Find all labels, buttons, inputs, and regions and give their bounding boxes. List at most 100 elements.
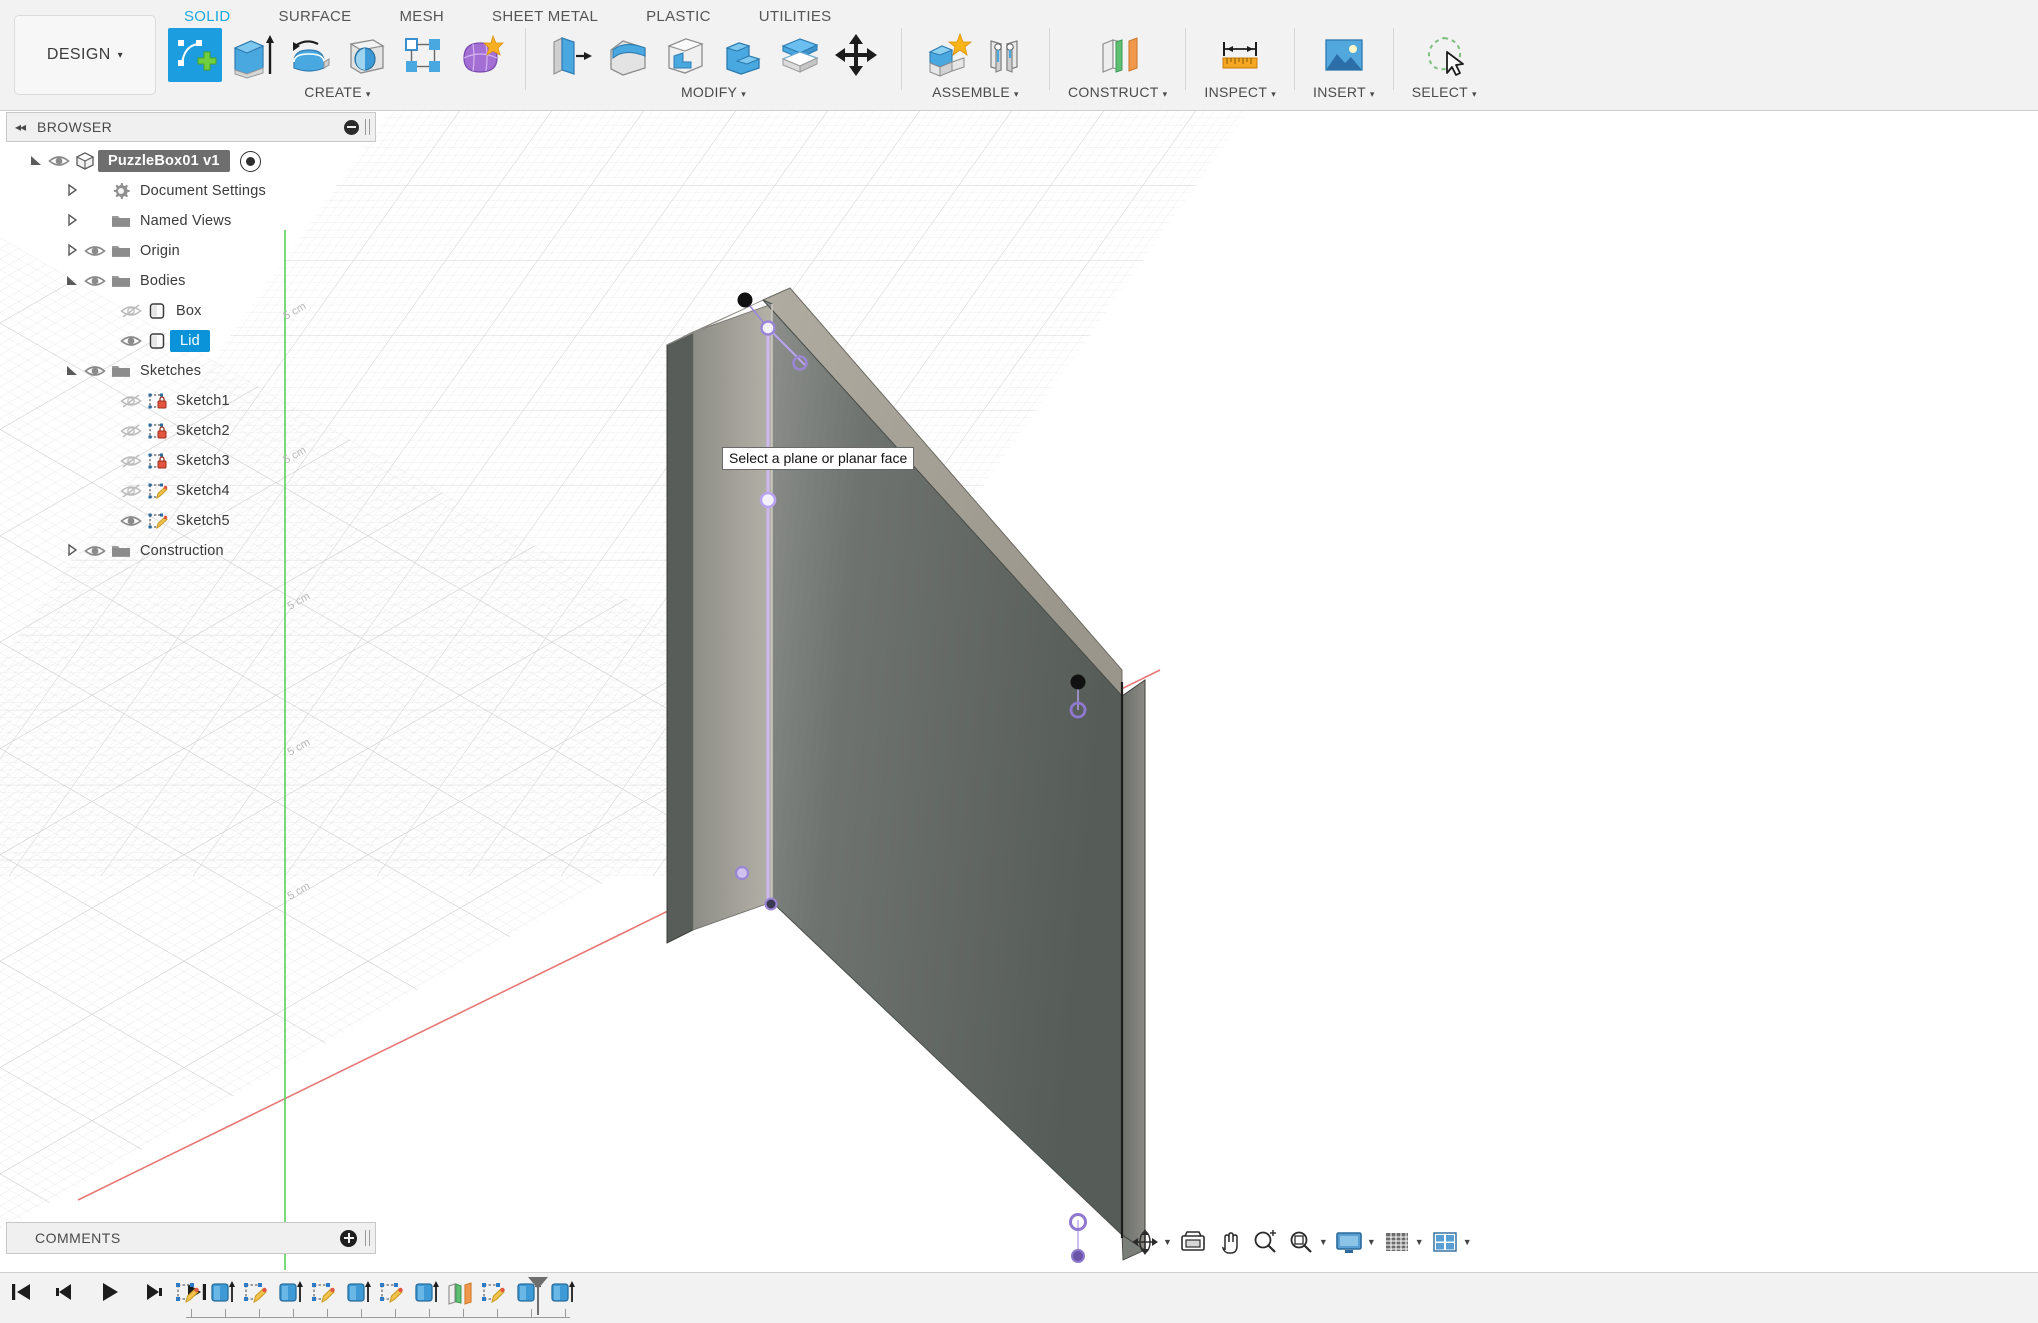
play-icon[interactable] bbox=[96, 1279, 122, 1310]
chevron-down-icon[interactable]: ▼ bbox=[1319, 1237, 1328, 1247]
joint-icon[interactable] bbox=[977, 28, 1031, 82]
minimize-icon[interactable] bbox=[344, 119, 359, 135]
pan-icon[interactable] bbox=[1212, 1223, 1246, 1261]
timeline-feature-10[interactable] bbox=[478, 1278, 508, 1308]
tree-item-sketch5[interactable]: Sketch5 bbox=[6, 506, 380, 536]
step-back-icon[interactable] bbox=[52, 1279, 78, 1310]
workspace-switcher-button[interactable]: DESIGN ▾ bbox=[14, 15, 156, 95]
eye-hidden-icon[interactable] bbox=[118, 450, 144, 472]
expand-collapse-icon[interactable] bbox=[62, 543, 82, 560]
chevron-down-icon[interactable]: ▼ bbox=[1415, 1237, 1424, 1247]
group-label-insert[interactable]: INSERT ▾ bbox=[1313, 85, 1375, 101]
shell-icon[interactable] bbox=[658, 28, 712, 82]
timeline-feature-8[interactable] bbox=[410, 1278, 440, 1308]
group-label-select[interactable]: SELECT ▾ bbox=[1412, 85, 1477, 101]
tree-item-lid[interactable]: Lid bbox=[6, 326, 374, 356]
panel-resize-grip[interactable] bbox=[365, 119, 370, 135]
timeline-features[interactable] bbox=[172, 1278, 576, 1308]
move-copy-icon[interactable] bbox=[829, 28, 883, 82]
eye-visible-icon[interactable] bbox=[82, 240, 108, 262]
eye-visible-icon[interactable] bbox=[82, 540, 108, 562]
tab-utilities[interactable]: UTILITIES bbox=[735, 8, 856, 25]
orbit-icon[interactable]: ▼ bbox=[1128, 1223, 1174, 1261]
timeline-feature-5[interactable] bbox=[308, 1278, 338, 1308]
eye-visible-icon[interactable] bbox=[82, 270, 108, 292]
group-label-create[interactable]: CREATE ▾ bbox=[304, 85, 370, 101]
form-icon[interactable] bbox=[453, 28, 507, 82]
tree-item-sketch3[interactable]: Sketch3 bbox=[6, 446, 380, 476]
timeline-feature-6[interactable] bbox=[342, 1278, 372, 1308]
timeline-feature-3[interactable] bbox=[240, 1278, 270, 1308]
expand-collapse-icon[interactable] bbox=[62, 273, 82, 290]
measure-icon[interactable] bbox=[1213, 28, 1267, 82]
go-to-beginning-icon[interactable] bbox=[8, 1279, 34, 1310]
timeline-feature-7[interactable] bbox=[376, 1278, 406, 1308]
tree-item-bodies[interactable]: Bodies bbox=[6, 266, 380, 296]
tree-item-sketches[interactable]: Sketches bbox=[6, 356, 380, 386]
eye-visible-icon[interactable] bbox=[82, 360, 108, 382]
chevron-down-icon[interactable]: ▼ bbox=[1367, 1237, 1376, 1247]
tree-item-named-views[interactable]: Named Views bbox=[6, 206, 380, 236]
chevron-down-icon[interactable]: ▼ bbox=[1163, 1237, 1172, 1247]
tree-item-origin[interactable]: Origin bbox=[6, 236, 380, 266]
insert-image-icon[interactable] bbox=[1317, 28, 1371, 82]
tab-mesh[interactable]: MESH bbox=[375, 8, 468, 25]
group-label-modify[interactable]: MODIFY ▾ bbox=[681, 85, 746, 101]
tree-item-sketch1[interactable]: Sketch1 bbox=[6, 386, 380, 416]
group-label-assemble[interactable]: ASSEMBLE ▾ bbox=[932, 85, 1019, 101]
eye-hidden-icon[interactable] bbox=[118, 390, 144, 412]
expand-collapse-icon[interactable] bbox=[62, 183, 82, 200]
sweep-icon[interactable] bbox=[339, 28, 393, 82]
revolve-icon[interactable] bbox=[282, 28, 336, 82]
display-settings-icon[interactable]: ▼ bbox=[1332, 1223, 1378, 1261]
timeline-bar[interactable] bbox=[0, 1272, 2038, 1323]
fillet-icon[interactable] bbox=[601, 28, 655, 82]
ribbon-tabs[interactable]: SOLID SURFACE MESH SHEET METAL PLASTIC U… bbox=[160, 4, 855, 28]
tree-item-box[interactable]: Box bbox=[6, 296, 380, 326]
fit-icon[interactable]: ▼ bbox=[1284, 1223, 1330, 1261]
eye-visible-icon[interactable] bbox=[118, 330, 144, 352]
timeline-feature-1[interactable] bbox=[172, 1278, 202, 1308]
tab-surface[interactable]: SURFACE bbox=[255, 8, 376, 25]
select-lasso-icon[interactable] bbox=[1417, 28, 1471, 82]
browser-tree[interactable]: PuzzleBox01 v1 Document Settings Named Vie… bbox=[6, 146, 380, 566]
expand-collapse-icon[interactable] bbox=[62, 363, 82, 380]
press-pull-icon[interactable] bbox=[544, 28, 598, 82]
tab-plastic[interactable]: PLASTIC bbox=[622, 8, 735, 25]
eye-visible-icon[interactable] bbox=[118, 510, 144, 532]
look-at-icon[interactable] bbox=[1176, 1223, 1210, 1261]
eye-hidden-icon[interactable] bbox=[118, 300, 144, 322]
extrude-icon[interactable] bbox=[225, 28, 279, 82]
expand-collapse-icon[interactable] bbox=[26, 153, 46, 170]
pattern-icon[interactable] bbox=[396, 28, 450, 82]
group-label-inspect[interactable]: INSPECT ▾ bbox=[1204, 85, 1276, 101]
solid-body-lid[interactable] bbox=[666, 287, 1146, 1261]
tree-item-document-settings[interactable]: Document Settings bbox=[6, 176, 380, 206]
tree-item-sketch4[interactable]: Sketch4 bbox=[6, 476, 380, 506]
add-comment-icon[interactable] bbox=[340, 1229, 357, 1247]
eye-visible-icon[interactable] bbox=[46, 150, 72, 172]
view-navigation-bar[interactable]: ▼ ▼ ▼ ▼ ▼ bbox=[1128, 1222, 1474, 1262]
combine-icon[interactable] bbox=[715, 28, 769, 82]
group-label-construct[interactable]: CONSTRUCT ▾ bbox=[1068, 85, 1167, 101]
chevron-down-icon[interactable]: ▼ bbox=[1463, 1237, 1472, 1247]
activate-component-radio[interactable] bbox=[239, 150, 261, 172]
expand-collapse-icon[interactable] bbox=[62, 243, 82, 260]
zoom-icon[interactable] bbox=[1248, 1223, 1282, 1261]
expand-collapse-icon[interactable] bbox=[62, 213, 82, 230]
timeline-feature-9[interactable] bbox=[444, 1278, 474, 1308]
tab-solid[interactable]: SOLID bbox=[160, 8, 255, 25]
viewports-icon[interactable]: ▼ bbox=[1428, 1223, 1474, 1261]
tree-item-sketch2[interactable]: Sketch2 bbox=[6, 416, 380, 446]
tree-item-construction[interactable]: Construction bbox=[6, 536, 380, 566]
eye-hidden-icon[interactable] bbox=[118, 420, 144, 442]
create-sketch-icon[interactable] bbox=[168, 28, 222, 82]
eye-hidden-icon[interactable] bbox=[118, 480, 144, 502]
grid-snaps-icon[interactable]: ▼ bbox=[1380, 1223, 1426, 1261]
timeline-feature-2[interactable] bbox=[206, 1278, 236, 1308]
offset-plane-icon[interactable] bbox=[1091, 28, 1145, 82]
tree-item-puzzlebox01-v1[interactable]: PuzzleBox01 v1 bbox=[6, 146, 374, 176]
collapse-browser-icon[interactable]: ◂◂ bbox=[15, 120, 26, 134]
timeline-feature-4[interactable] bbox=[274, 1278, 304, 1308]
tab-sheet-metal[interactable]: SHEET METAL bbox=[468, 8, 622, 25]
